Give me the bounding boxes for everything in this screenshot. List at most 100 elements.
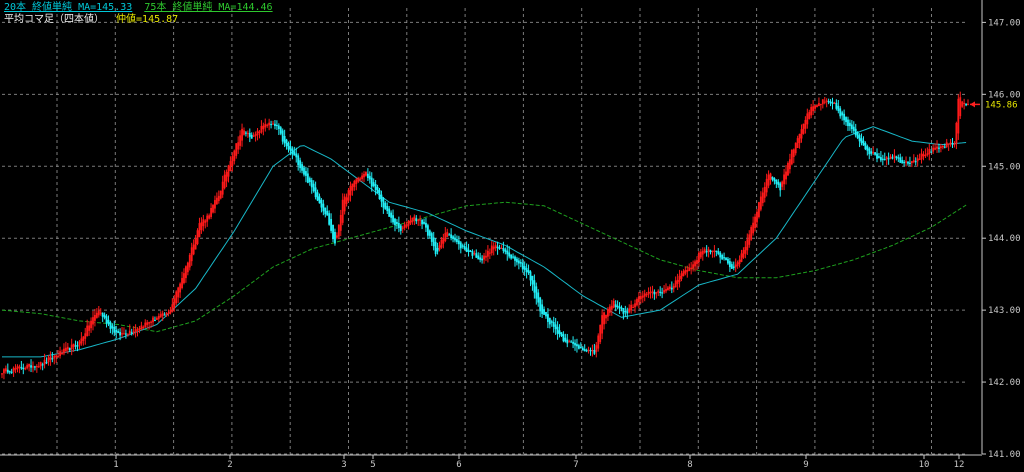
candle-bear	[771, 176, 774, 180]
y-tick-label: 143.00	[988, 306, 1021, 316]
candle-bull	[268, 122, 271, 126]
candle-bull	[64, 347, 67, 352]
candle-bull	[637, 296, 640, 303]
candle-bear	[390, 212, 393, 218]
candle-bull	[690, 267, 693, 270]
candle-bear	[705, 250, 708, 253]
candle-bull	[341, 199, 344, 223]
candle-bear	[392, 215, 394, 223]
candle-bull	[486, 250, 489, 257]
candle-bull	[363, 173, 365, 178]
candle-bull	[246, 132, 249, 135]
candle-bull	[630, 304, 633, 311]
candle-bear	[109, 322, 112, 329]
candle-bear	[415, 218, 418, 222]
candle-bull	[910, 161, 913, 163]
candle-bull	[703, 249, 706, 253]
candle-bear	[396, 221, 398, 225]
candle-bull	[254, 134, 257, 137]
x-tick-label: 1	[113, 460, 118, 470]
candle-bear	[506, 250, 509, 255]
x-tick-label: 7	[573, 460, 578, 470]
candle-bear	[74, 345, 77, 347]
ma75-line	[1, 201, 967, 333]
candle-bull	[920, 153, 923, 160]
candle-bear	[845, 117, 847, 123]
candle-bear	[301, 164, 303, 171]
legend: 20本 終値単純 MA=145.33 75本 終値単純 MA=144.46 平均…	[4, 2, 279, 26]
candle-bull	[61, 353, 63, 355]
candle-bear	[281, 130, 284, 142]
candle-bear	[467, 249, 470, 252]
candle-bull	[177, 287, 180, 298]
candle-bull	[227, 165, 230, 177]
candle-bull	[84, 333, 87, 339]
candle-bull	[150, 321, 152, 323]
candle-bear	[519, 261, 522, 264]
candle-bull	[746, 239, 749, 251]
candle-bull	[411, 217, 414, 222]
candle-bear	[508, 252, 511, 257]
candle-bull	[953, 143, 956, 146]
candle-bull	[713, 250, 716, 252]
candle-bull	[347, 190, 350, 201]
candle-bull	[957, 98, 960, 134]
candle-bull	[610, 305, 613, 310]
candle-bull	[219, 190, 222, 199]
candle-bull	[144, 322, 147, 328]
legend-ma75[interactable]: 75本 終値単純 MA=144.46	[144, 2, 272, 14]
candle-bull	[63, 348, 65, 354]
candle-bear	[436, 247, 439, 252]
candle-bear	[399, 225, 402, 231]
candle-bear	[938, 147, 940, 149]
candle-bear	[434, 241, 437, 255]
legend-ma20[interactable]: 20本 終値単純 MA=145.33	[4, 2, 132, 14]
candle-bull	[939, 146, 942, 149]
candle-bear	[566, 339, 569, 344]
candle-bull	[825, 100, 828, 102]
candle-bear	[881, 158, 884, 160]
candle-bear	[305, 171, 307, 176]
candle-bear	[372, 182, 375, 187]
candle-bear	[378, 190, 381, 200]
candle-bull	[198, 223, 201, 238]
candle-bull	[206, 215, 209, 222]
candle-bear	[535, 286, 538, 299]
candle-bear	[930, 151, 933, 153]
candle-bear	[8, 371, 11, 373]
candle-bull	[792, 149, 795, 157]
candle-bear	[730, 264, 733, 269]
candle-bear	[891, 157, 894, 159]
candle-bull	[632, 306, 635, 309]
candle-bull	[680, 273, 683, 279]
candle-bull	[35, 365, 38, 368]
candle-bull	[754, 216, 756, 229]
candle-bull	[66, 346, 69, 350]
candle-bull	[694, 261, 696, 267]
candle-bull	[239, 135, 242, 146]
candle-bull	[159, 314, 162, 318]
candle-bull	[262, 125, 265, 130]
candle-bear	[394, 218, 396, 226]
candlestick-chart: 141.00 142.00 143.00 144.00 145.00 146.00 147.…	[0, 0, 1021, 470]
candle-bull	[804, 119, 807, 129]
candle-bull	[165, 313, 168, 315]
candle-bull	[785, 171, 787, 180]
candle-bull	[756, 211, 758, 223]
candle-bull	[748, 234, 751, 245]
candle-bull	[645, 294, 648, 296]
candle-bull	[949, 142, 952, 145]
candle-bear	[113, 327, 116, 333]
candle-bear	[659, 291, 662, 293]
candle-bear	[541, 304, 544, 314]
candle-bear	[622, 308, 625, 314]
candle-bull	[444, 232, 447, 241]
candle-bear	[850, 124, 853, 130]
candle-bull	[682, 271, 685, 277]
candle-bull	[934, 147, 937, 150]
candle-bear	[878, 156, 880, 158]
candle-bear	[556, 326, 559, 334]
candle-bull	[18, 366, 21, 368]
candle-bull	[634, 303, 636, 308]
candle-bull	[409, 220, 412, 224]
